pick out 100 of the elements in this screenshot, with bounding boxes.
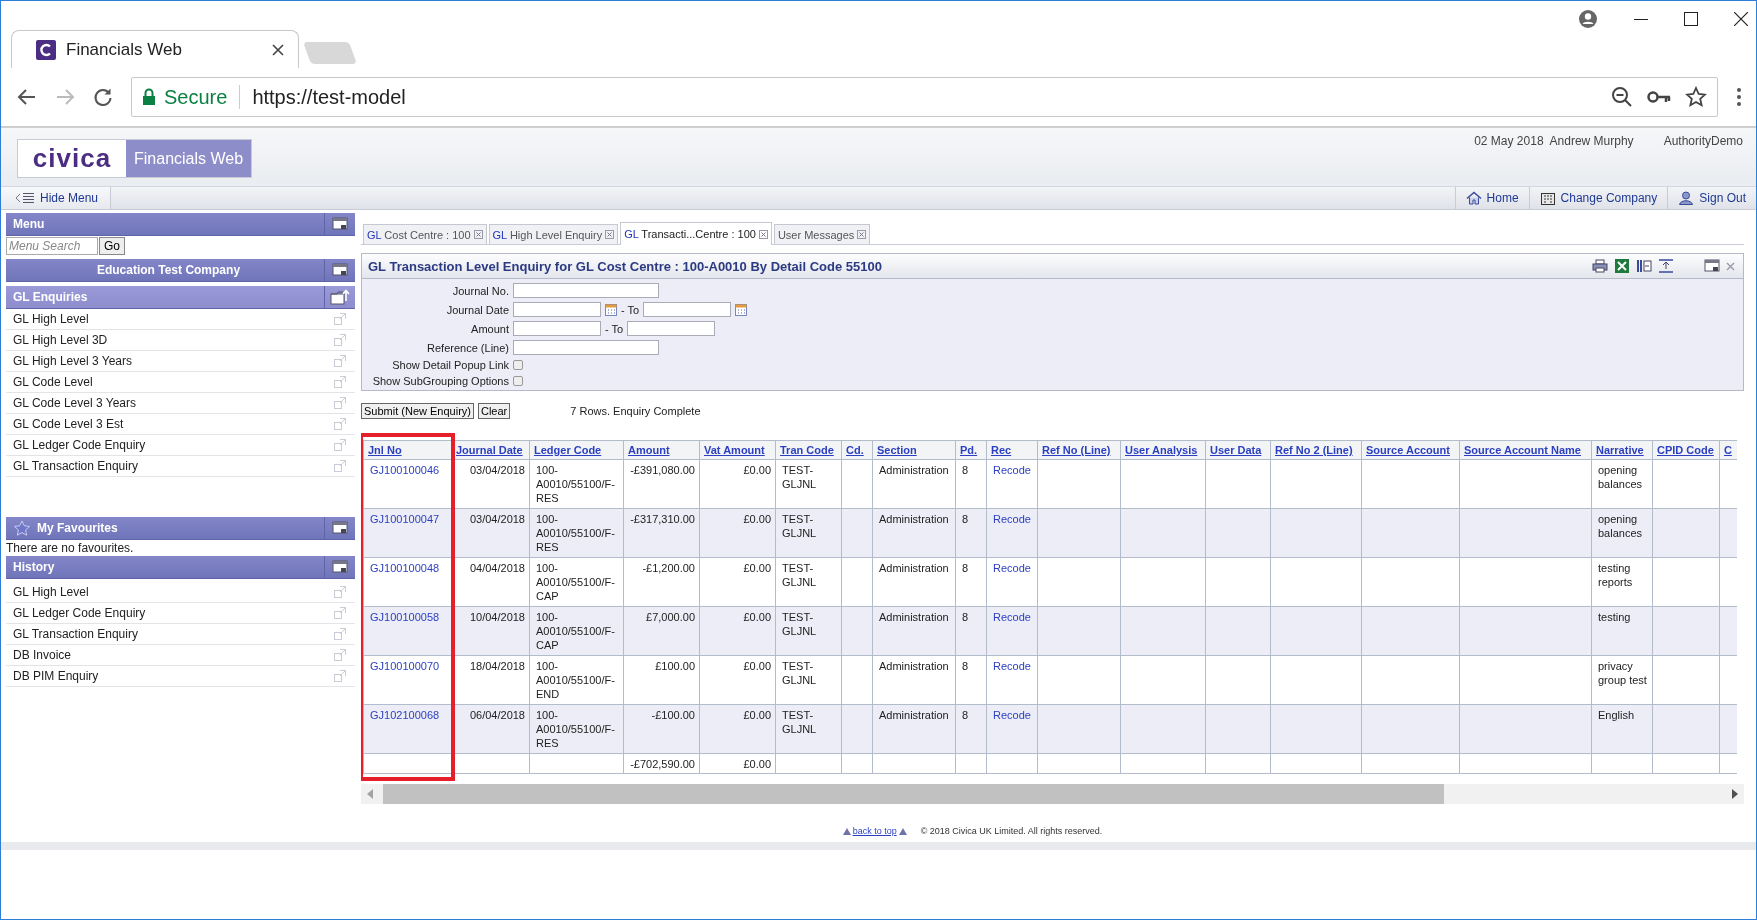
recode-link[interactable]: Recode [993,611,1031,623]
journal-link[interactable]: GJ100100048 [370,562,440,574]
text-field[interactable] [513,340,659,355]
zoom-out-icon[interactable] [1611,86,1633,108]
field-label: Amount [470,322,509,335]
calendar-icon[interactable] [605,303,617,316]
maximize-icon[interactable] [1684,12,1698,26]
column-header-link[interactable]: Pd. [960,444,978,456]
column-header-link[interactable]: User Analysis [1125,444,1198,456]
menu-item[interactable]: GL Code Level 3 Years [6,393,355,414]
menu-item[interactable]: GL Ledger Code Enquiry [6,603,355,624]
text-field[interactable] [513,283,659,298]
column-header-link[interactable]: Vat Amount [704,444,765,456]
menu-item[interactable]: GL High Level 3D [6,330,355,351]
dock-window-icon[interactable] [332,263,348,277]
amount-field[interactable] [627,321,716,336]
address-bar[interactable]: Secure https://test-model [131,77,1718,117]
menu-icon[interactable] [1736,87,1742,107]
excel-icon[interactable] [1614,258,1630,274]
building-icon [1539,191,1556,205]
key-icon[interactable] [1647,89,1671,105]
columns-icon[interactable] [1636,259,1652,273]
column-header-link[interactable]: C [1724,444,1732,456]
dock-window-icon[interactable] [1704,259,1720,273]
menu-item[interactable]: GL Code Level [6,372,355,393]
column-header-link[interactable]: Rec [991,444,1012,456]
scroll-thumb[interactable] [383,784,1444,804]
journal-link[interactable]: GJ100100070 [370,660,440,672]
item-label: GL Transaction Enquiry [13,627,138,641]
checkbox[interactable] [513,360,523,370]
scroll-right-icon[interactable] [1732,789,1738,799]
signout-link[interactable]: Sign Out [1667,187,1756,209]
company-link[interactable]: Change Company [1528,187,1668,209]
print-icon[interactable] [1592,259,1608,273]
column-header-link[interactable]: Narrative [1596,444,1644,456]
folder-up-icon[interactable] [330,289,350,305]
journal-link[interactable]: GJ100100047 [370,513,440,525]
form-button[interactable]: Clear [478,403,511,419]
column-header-link[interactable]: Cd. [846,444,864,456]
journal-link[interactable]: GJ100100046 [370,464,440,476]
menu-item[interactable]: GL Ledger Code Enquiry [6,435,355,456]
menu-search-field[interactable]: Menu Search [6,237,98,255]
form-button[interactable]: Submit (New Enquiry) [361,403,474,419]
column-header-link[interactable]: Ledger Code [534,444,602,456]
dock-window-icon[interactable] [332,217,348,231]
recode-link[interactable]: Recode [993,709,1031,721]
back-to-top-link[interactable]: back to top [852,826,897,836]
checkbox[interactable] [513,376,523,386]
column-header-link[interactable]: User Data [1210,444,1262,456]
external-link-icon [333,585,347,599]
recode-link[interactable]: Recode [993,464,1031,476]
close-icon[interactable] [1734,12,1748,26]
go-button[interactable]: Go [99,237,125,255]
menu-item[interactable]: GL Code Level 3 Est [6,414,355,435]
external-link-icon [333,459,347,473]
recode-link[interactable]: Recode [993,660,1031,672]
menu-item[interactable]: GL High Level [6,582,355,603]
dock-window-icon[interactable] [332,521,348,535]
menu-item[interactable]: GL Transaction Enquiry [6,456,355,477]
tab[interactable]: User Messages [773,224,871,244]
table-cell: £0.00 [699,459,776,509]
home-link[interactable]: Home [1454,187,1529,209]
tab[interactable]: GL Transacti...Centre : 100 [620,222,772,245]
collapse-icon[interactable] [1658,259,1674,273]
column-header-link[interactable]: Source Account [1366,444,1450,456]
recode-link[interactable]: Recode [993,562,1031,574]
column-header-link[interactable]: Journal Date [456,444,523,456]
tab[interactable]: GL High Level Enquiry [488,224,619,244]
date-field[interactable] [643,302,732,317]
menu-item[interactable]: GL Transaction Enquiry [6,624,355,645]
column-header-link[interactable]: CPID Code [1657,444,1714,456]
menu-item[interactable]: GL High Level 3 Years [6,351,355,372]
star-icon[interactable] [1685,86,1707,108]
menu-item[interactable]: GL High Level [6,309,355,330]
tab[interactable]: GL Cost Centre : 100 [363,224,487,244]
column-header-link[interactable]: Ref No 2 (Line) [1275,444,1353,456]
amount-field[interactable] [513,321,601,336]
column-header-link[interactable]: Tran Code [780,444,834,456]
hide-menu-button[interactable]: Hide Menu [1,187,112,209]
column-header-link[interactable]: Source Account Name [1464,444,1581,456]
journal-link[interactable]: GJ102100068 [370,709,440,721]
calendar-icon[interactable] [735,303,748,316]
close-icon[interactable] [272,43,284,56]
browser-tab[interactable]: Financials Web [11,30,299,68]
account-icon[interactable] [1578,9,1598,29]
journal-link[interactable]: GJ100100058 [370,611,440,623]
back-icon[interactable] [17,87,37,107]
menu-item[interactable]: DB Invoice [6,645,355,666]
column-header-link[interactable]: Amount [628,444,670,456]
reload-icon[interactable] [93,87,113,107]
date-field[interactable] [513,302,601,317]
dock-window-icon[interactable] [332,560,348,574]
column-header-link[interactable]: Section [877,444,917,456]
horizontal-scrollbar[interactable] [361,784,1744,804]
recode-link[interactable]: Recode [993,513,1031,525]
field-label: Show SubGrouping Options [371,375,509,387]
table-cell: opening balances [1591,508,1653,558]
menu-item[interactable]: DB PIM Enquiry [6,666,355,687]
table-cell: -£100.00 [623,704,700,754]
column-header-link[interactable]: Ref No (Line) [1042,444,1111,456]
